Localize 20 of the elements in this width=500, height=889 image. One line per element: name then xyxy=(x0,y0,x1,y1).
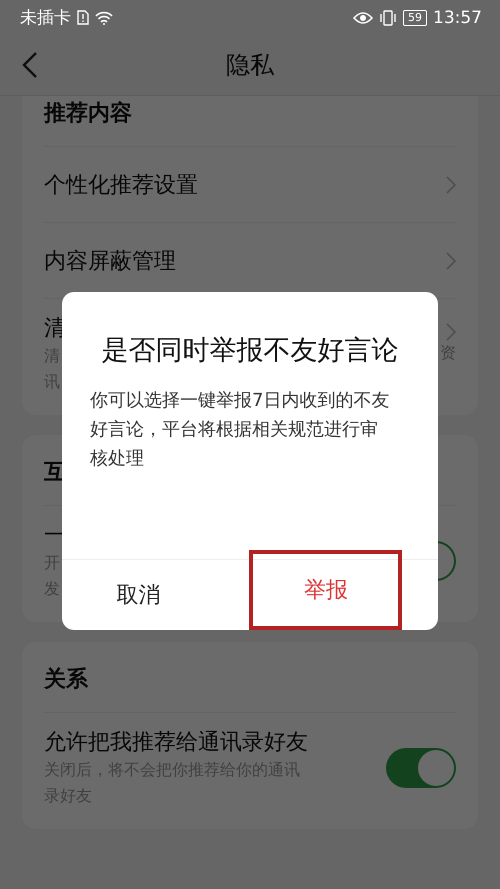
carrier-text: 未插卡 xyxy=(20,7,71,29)
chevron-icon xyxy=(446,323,456,341)
clock-text: 13:57 xyxy=(433,8,482,28)
setting-title[interactable]: 个性化推荐设置 xyxy=(44,170,198,200)
section-title: 关系 xyxy=(44,656,456,713)
setting-title[interactable]: 允许把我推荐给通讯录好友 xyxy=(44,727,308,757)
eye-icon xyxy=(353,10,373,24)
chevron-icon xyxy=(446,176,456,194)
setting-title[interactable]: 内容屏蔽管理 xyxy=(44,246,176,276)
report-button[interactable]: 举报 xyxy=(248,550,402,630)
chevron-icon xyxy=(446,252,456,270)
sim-icon xyxy=(77,10,89,25)
vibrate-icon xyxy=(379,10,397,26)
back-icon[interactable] xyxy=(22,51,38,79)
page-title: 隐私 xyxy=(226,50,274,81)
battery-level: 59 xyxy=(403,10,427,26)
wifi-icon xyxy=(95,10,113,24)
cancel-button[interactable]: 取消 xyxy=(62,560,214,630)
toggle-switch[interactable] xyxy=(386,748,456,788)
dialog-title: 是否同时举报不友好言论 xyxy=(100,334,400,368)
